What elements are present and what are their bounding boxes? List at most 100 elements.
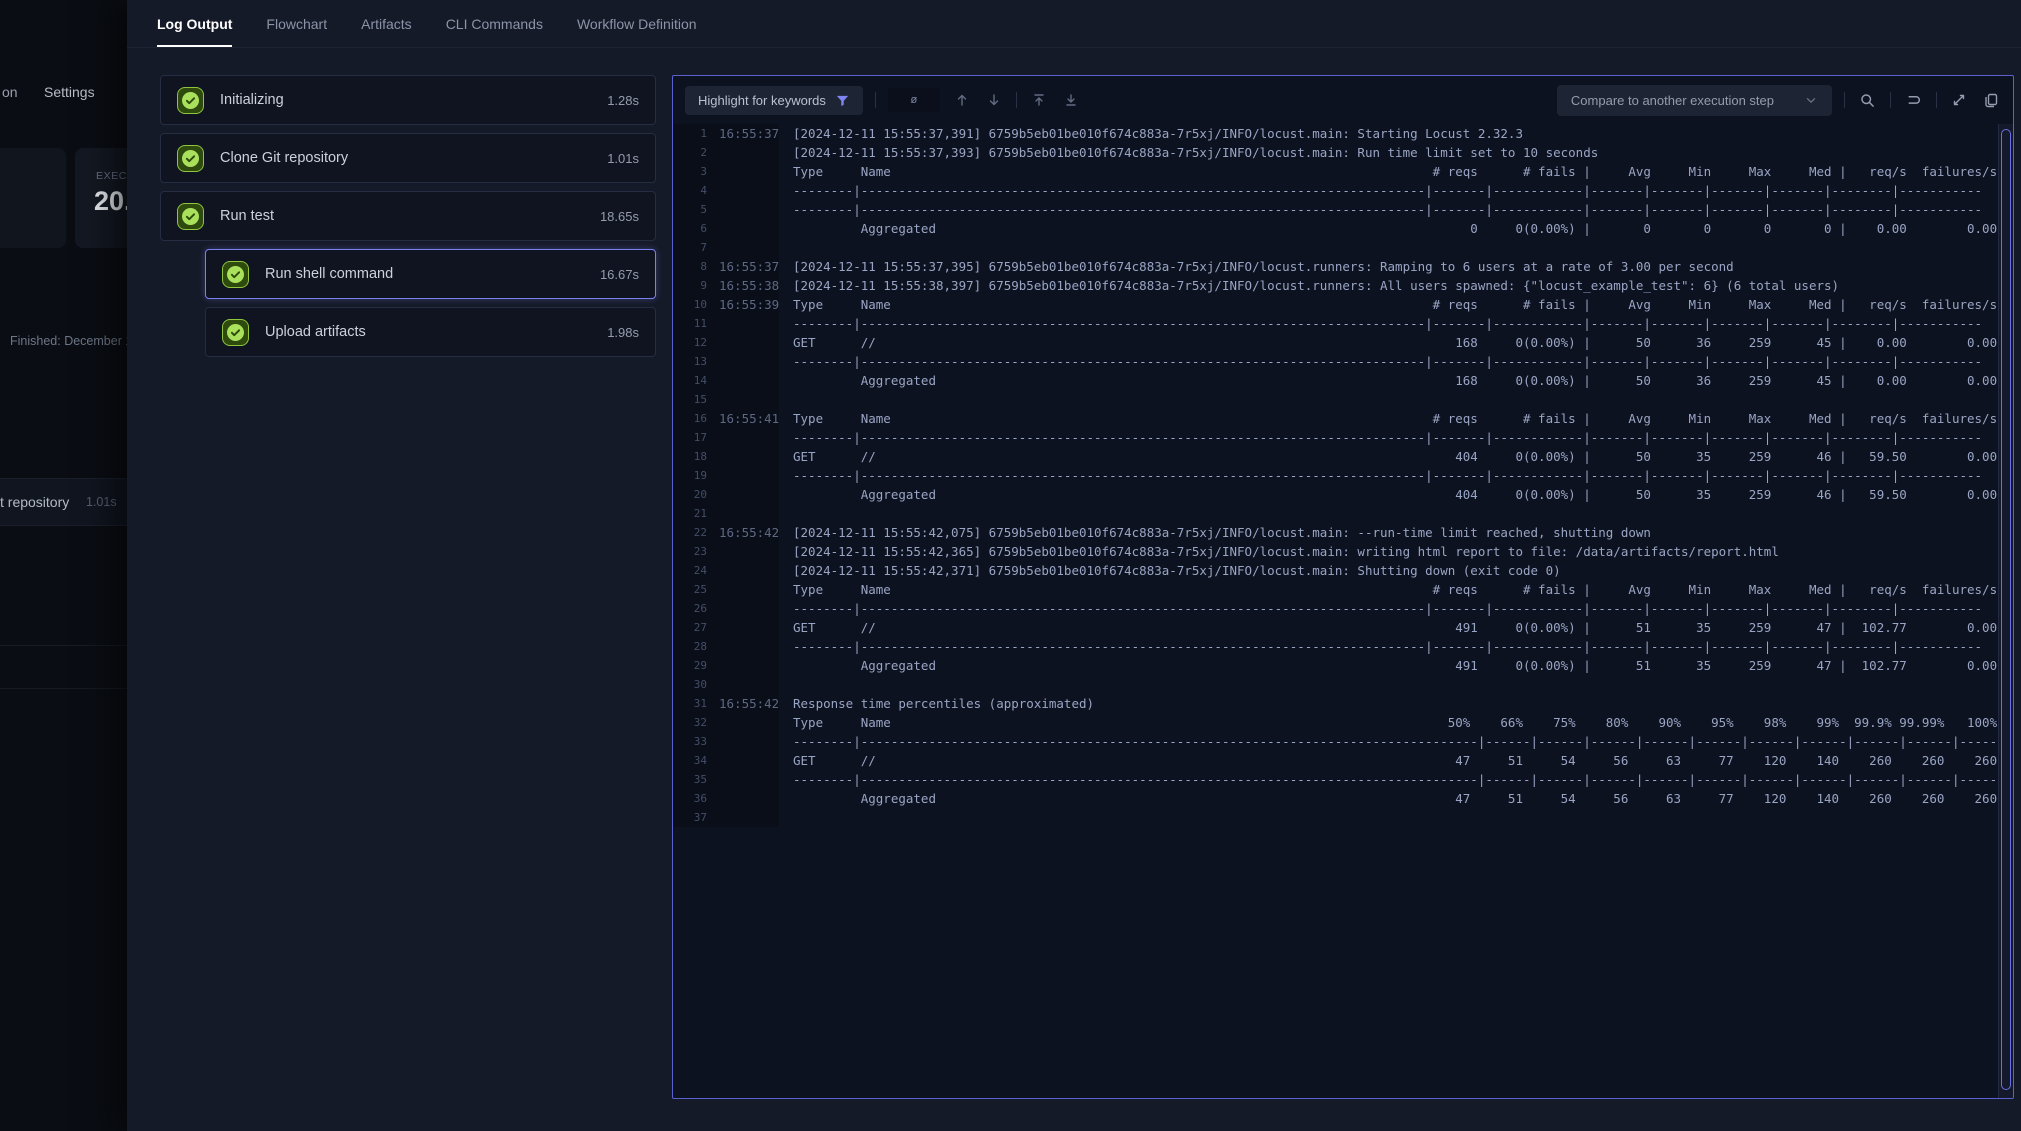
line-number[interactable]: 7 [673, 238, 707, 257]
line-number[interactable]: 32 [673, 713, 707, 732]
execution-panel: Log Output Flowchart Artifacts CLI Commands… [127, 0, 2021, 1131]
line-number[interactable]: 37 [673, 808, 707, 827]
line-number[interactable]: 21 [673, 504, 707, 523]
tab-cli-commands[interactable]: CLI Commands [446, 0, 543, 47]
log-line: 13--------|-----------------------------… [673, 352, 1998, 371]
line-number[interactable]: 25 [673, 580, 707, 599]
step-run-test[interactable]: Run test18.65s [160, 191, 656, 241]
line-timestamp [707, 371, 779, 390]
highlight-keywords-button[interactable]: Highlight for keywords [685, 86, 863, 115]
step-initializing[interactable]: Initializing1.28s [160, 75, 656, 125]
line-number[interactable]: 13 [673, 352, 707, 371]
log-line: 3Type Name # reqs # fails | Avg Min Max … [673, 162, 1998, 181]
line-number[interactable]: 2 [673, 143, 707, 162]
line-timestamp [707, 675, 779, 694]
line-text: Type Name 50% 66% 75% 80% 90% 95% 98% 99… [779, 713, 1998, 732]
scroll-to-top-button[interactable] [1029, 90, 1049, 110]
line-timestamp [707, 561, 779, 580]
line-text: --------|-------------------------------… [779, 314, 1998, 333]
line-timestamp [707, 618, 779, 637]
line-text: [2024-12-11 15:55:37,395] 6759b5eb01be01… [779, 257, 1998, 276]
line-timestamp [707, 333, 779, 352]
line-number[interactable]: 30 [673, 675, 707, 694]
line-number[interactable]: 29 [673, 656, 707, 675]
line-number[interactable]: 17 [673, 428, 707, 447]
line-number[interactable]: 8 [673, 257, 707, 276]
log-scrollbar[interactable] [1998, 124, 2013, 1098]
step-upload-artifacts[interactable]: Upload artifacts1.98s [205, 307, 656, 357]
wrap-lines-button[interactable] [1903, 90, 1924, 111]
line-number[interactable]: 20 [673, 485, 707, 504]
log-line: 14 Aggregated 168 0(0.00%) | 50 36 259 4… [673, 371, 1998, 390]
line-number[interactable]: 34 [673, 751, 707, 770]
line-number[interactable]: 14 [673, 371, 707, 390]
line-text: GET // 491 0(0.00%) | 51 35 259 47 | 102… [779, 618, 1998, 637]
tab-workflow-definition[interactable]: Workflow Definition [577, 0, 697, 47]
line-number[interactable]: 27 [673, 618, 707, 637]
line-number[interactable]: 9 [673, 276, 707, 295]
line-text: [2024-12-11 15:55:37,391] 6759b5eb01be01… [779, 124, 1998, 143]
line-number[interactable]: 35 [673, 770, 707, 789]
line-number[interactable]: 12 [673, 333, 707, 352]
log-line: 116:55:37[2024-12-11 15:55:37,391] 6759b… [673, 124, 1998, 143]
line-text: --------|-------------------------------… [779, 181, 1998, 200]
line-timestamp [707, 637, 779, 656]
step-clone-git-repository[interactable]: Clone Git repository1.01s [160, 133, 656, 183]
log-line: 37 [673, 808, 1998, 827]
line-number[interactable]: 4 [673, 181, 707, 200]
line-number[interactable]: 16 [673, 409, 707, 428]
line-number[interactable]: 31 [673, 694, 707, 713]
line-number[interactable]: 18 [673, 447, 707, 466]
line-timestamp [707, 219, 779, 238]
previous-match-button[interactable] [952, 90, 972, 110]
step-duration: 1.01s [607, 151, 639, 166]
line-timestamp [707, 656, 779, 675]
tab-flowchart[interactable]: Flowchart [266, 0, 327, 47]
line-timestamp [707, 352, 779, 371]
line-number[interactable]: 11 [673, 314, 707, 333]
line-number[interactable]: 19 [673, 466, 707, 485]
line-number[interactable]: 33 [673, 732, 707, 751]
line-number[interactable]: 26 [673, 599, 707, 618]
next-match-button[interactable] [984, 90, 1004, 110]
background-tab-partial[interactable]: on [2, 84, 18, 100]
copy-button[interactable] [1981, 90, 2001, 110]
log-line: 1616:55:41Type Name # reqs # fails | Avg… [673, 409, 1998, 428]
log-line: 18GET // 404 0(0.00%) | 50 35 259 46 | 5… [673, 447, 1998, 466]
line-text: Aggregated 168 0(0.00%) | 50 36 259 45 |… [779, 371, 1998, 390]
tab-artifacts[interactable]: Artifacts [361, 0, 412, 47]
line-number[interactable]: 10 [673, 295, 707, 314]
line-timestamp: 16:55:38 [707, 276, 779, 295]
background-step-row[interactable]: t repository 1.01s [0, 478, 127, 526]
line-number[interactable]: 6 [673, 219, 707, 238]
compare-select[interactable]: Compare to another execution step [1557, 85, 1832, 116]
log-line: 35--------|-----------------------------… [673, 770, 1998, 789]
line-number[interactable]: 22 [673, 523, 707, 542]
background-tab-settings[interactable]: Settings [44, 84, 95, 100]
line-number[interactable]: 23 [673, 542, 707, 561]
scrollbar-thumb[interactable] [2001, 129, 2011, 1090]
line-number[interactable]: 15 [673, 390, 707, 409]
step-run-shell-command[interactable]: Run shell command16.67s [205, 249, 656, 299]
tab-log-output[interactable]: Log Output [157, 0, 232, 47]
expand-button[interactable] [1949, 90, 1969, 110]
toolbar-divider [1016, 92, 1017, 108]
line-timestamp [707, 789, 779, 808]
line-timestamp [707, 713, 779, 732]
line-text: GET // 168 0(0.00%) | 50 36 259 45 | 0.0… [779, 333, 1998, 352]
toolbar-divider [1890, 92, 1891, 108]
line-timestamp: 16:55:42 [707, 694, 779, 713]
log-line: 27 GET // 491 0(0.00%) | 51 35 259 47 | 1… [673, 618, 1998, 637]
line-timestamp [707, 599, 779, 618]
search-button[interactable] [1857, 90, 1878, 111]
line-number[interactable]: 1 [673, 124, 707, 143]
line-number[interactable]: 36 [673, 789, 707, 808]
line-number[interactable]: 5 [673, 200, 707, 219]
scroll-to-bottom-button[interactable] [1061, 90, 1081, 110]
line-number[interactable]: 3 [673, 162, 707, 181]
arrow-down-icon [986, 92, 1002, 108]
scroll-to-bottom-icon [1063, 92, 1079, 108]
line-number[interactable]: 28 [673, 637, 707, 656]
line-number[interactable]: 24 [673, 561, 707, 580]
expand-icon [1951, 92, 1967, 108]
